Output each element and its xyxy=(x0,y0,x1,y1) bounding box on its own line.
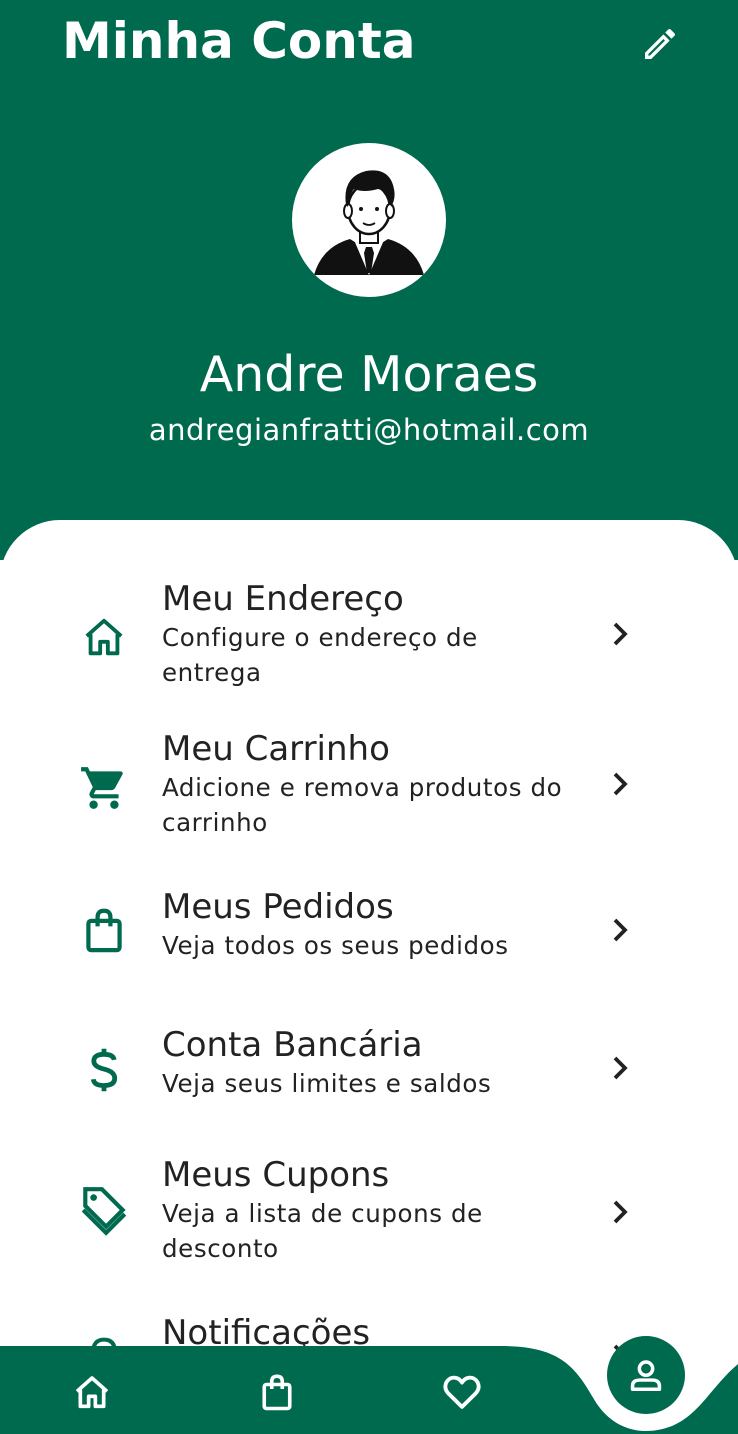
menu-item-cart[interactable]: Meu Carrinho Adicione e remova produtos … xyxy=(0,728,738,848)
shopping-bag-icon xyxy=(78,904,130,956)
menu-title: Meus Pedidos xyxy=(162,887,394,927)
menu-title: Meus Cupons xyxy=(162,1155,390,1195)
menu-title: Meu Endereço xyxy=(162,579,404,619)
chevron-right-icon xyxy=(604,914,636,946)
user-email: andregianfratti@hotmail.com xyxy=(148,413,590,447)
menu-subtitle: Veja seus limites e saldos xyxy=(162,1069,492,1098)
home-icon xyxy=(75,1376,109,1409)
menu-subtitle: Veja a lista de cupons de desconto xyxy=(162,1199,483,1263)
menu-title: Meu Carrinho xyxy=(162,729,390,769)
chevron-right-icon xyxy=(604,768,636,800)
menu-item-orders[interactable]: Meus Pedidos Veja todos os seus pedidos xyxy=(0,886,738,976)
chevron-right-icon xyxy=(604,618,636,650)
dollar-icon xyxy=(78,1044,130,1096)
menu-subtitle: Veja todos os seus pedidos xyxy=(162,931,509,960)
shopping-bag-icon xyxy=(262,1374,292,1411)
chevron-right-icon xyxy=(604,1196,636,1228)
menu-title: Conta Bancária xyxy=(162,1025,423,1065)
pencil-icon xyxy=(645,29,676,59)
heart-icon xyxy=(443,1375,481,1409)
page-title: Minha Conta xyxy=(62,12,416,70)
menu-subtitle: Adicione e remova produtos do carrinho xyxy=(162,773,563,837)
menu-item-bank-account[interactable]: Conta Bancária Veja seus limites e saldo… xyxy=(0,1024,738,1114)
edit-profile-button[interactable] xyxy=(636,20,684,68)
tag-icon xyxy=(78,1184,130,1236)
home-icon xyxy=(78,612,130,664)
menu-subtitle: Configure o endereço de entrega xyxy=(162,623,478,687)
avatar[interactable] xyxy=(292,143,446,297)
menu-item-coupons[interactable]: Meus Cupons Veja a lista de cupons de de… xyxy=(0,1154,738,1274)
cart-icon xyxy=(78,762,130,814)
nav-orders-button[interactable] xyxy=(255,1370,299,1414)
chevron-right-icon xyxy=(604,1052,636,1084)
user-avatar-icon xyxy=(314,170,424,275)
nav-profile-button[interactable] xyxy=(607,1336,685,1414)
menu-item-address[interactable]: Meu Endereço Configure o endereço de ent… xyxy=(0,578,738,698)
nav-home-button[interactable] xyxy=(70,1371,114,1415)
user-name: Andre Moraes xyxy=(199,346,539,403)
profile-icon xyxy=(630,1360,662,1391)
header: Minha Conta Andre Moraes andregianfratti… xyxy=(0,0,738,560)
account-menu: Meu Endereço Configure o endereço de ent… xyxy=(0,520,738,1434)
nav-favorites-button[interactable] xyxy=(440,1370,484,1414)
